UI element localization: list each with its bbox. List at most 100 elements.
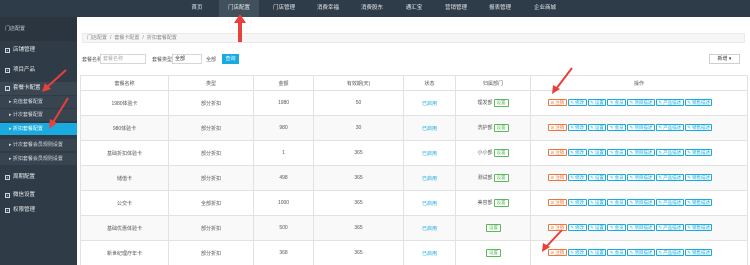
cell-actions: ⊘注销 ✎修改 ✎设置 ✎会员 ✎项目描述 ✎产品描述 ✎销售描述 [530,240,748,265]
members-button[interactable]: ✎会员 [607,99,627,106]
sales-desc-button[interactable]: ✎销售描述 [684,174,713,181]
cell-type: 部分折扣 [168,165,254,191]
product-desc-button[interactable]: ✎产品描述 [655,99,684,106]
sales-desc-button[interactable]: ✎销售描述 [684,99,713,106]
nav-home[interactable]: 首页 [182,0,212,17]
sidebar-sub-recharge[interactable]: ▸ 充值套餐配置 [0,96,77,108]
settings-button[interactable]: ✎设置 [587,224,607,231]
delete-button[interactable]: ⊘注销 [548,199,567,206]
project-desc-button[interactable]: ✎项目描述 [627,199,655,206]
dept-set-button[interactable]: 设置 [486,249,501,257]
delete-button[interactable]: ⊘注销 [548,174,567,181]
cell-days: 365 [313,240,404,265]
members-button[interactable]: ✎会员 [607,149,627,156]
sales-desc-button[interactable]: ✎销售描述 [684,249,713,256]
action-label: 设置 [594,125,604,130]
cell-status: 已启用 [403,190,456,216]
sidebar-item-permissions[interactable]: + 权限管理 [0,204,77,217]
product-desc-button[interactable]: ✎产品描述 [655,249,684,256]
project-desc-button[interactable]: ✎项目描述 [627,124,655,131]
nav-mall[interactable]: 企业商城 [525,0,565,17]
nav-reports[interactable]: 报表管理 [481,0,519,17]
nav-store-config[interactable]: 门店配置 [219,0,259,17]
delete-button[interactable]: ⊘注销 [548,149,567,156]
dept-set-button[interactable]: 设置 [486,224,501,232]
sidebar-item-products[interactable]: + 项目产品 [0,64,77,77]
action-label: 项目描述 [634,225,653,230]
product-desc-button[interactable]: ✎产品描述 [655,224,684,231]
sales-desc-button[interactable]: ✎销售描述 [684,199,713,206]
delete-button[interactable]: ⊘注销 [548,224,567,231]
edit-button[interactable]: ✎修改 [567,224,587,231]
settings-button[interactable]: ✎设置 [587,249,607,256]
delete-button[interactable]: ⊘注销 [548,124,567,131]
cell-name: 基础折扣体验卡 [80,140,169,166]
breadcrumb-item[interactable]: 套餐卡配置 [114,35,139,41]
edit-icon: ✎ [570,100,575,105]
sidebar-sub-count[interactable]: ▸ 计次套餐配置 [0,109,77,121]
edit-icon: ✎ [629,200,634,205]
project-desc-button[interactable]: ✎项目描述 [627,224,655,231]
sidebar-sub-discount[interactable]: ▸ 折扣套餐配置 [0,123,77,135]
dept-set-button[interactable]: 设置 [493,124,509,132]
sidebar-item-shop[interactable]: + 店铺管理 [0,44,77,57]
product-desc-button[interactable]: ✎产品描述 [655,199,684,206]
members-button[interactable]: ✎会员 [607,174,627,181]
product-desc-button[interactable]: ✎产品描述 [655,124,684,131]
dept-set-button[interactable]: 设置 [493,199,509,207]
nav-consume-shareholder[interactable]: 消费股东 [353,0,391,17]
members-button[interactable]: ✎会员 [607,199,627,206]
edit-button[interactable]: ✎修改 [567,149,587,156]
project-desc-button[interactable]: ✎项目描述 [627,149,655,156]
name-search-input[interactable]: 套餐名称 [100,54,146,64]
delete-button[interactable]: ⊘注销 [548,99,567,106]
edit-icon: ✎ [609,125,614,130]
settings-button[interactable]: ✎设置 [587,174,607,181]
edit-button[interactable]: ✎修改 [567,99,587,106]
edit-icon: ✎ [658,225,663,230]
settings-button[interactable]: ✎设置 [587,124,607,131]
sidebar-sub-discount-rules[interactable]: ▸ 折扣套餐会员规则设置 [0,153,77,165]
product-desc-button[interactable]: ✎产品描述 [655,174,684,181]
sidebar-item-cycle[interactable]: + 周期配置 [0,171,77,184]
add-button[interactable]: 新增 ▾ [709,54,740,64]
delete-button[interactable]: ⊘注销 [548,249,567,256]
dept-set-button[interactable]: 设置 [493,99,509,107]
edit-button[interactable]: ✎修改 [567,199,587,206]
ban-icon: ⊘ [550,100,555,105]
nav-marketing[interactable]: 营销管理 [437,0,475,17]
sales-desc-button[interactable]: ✎销售描述 [684,224,713,231]
sales-desc-button[interactable]: ✎销售描述 [684,149,713,156]
settings-button[interactable]: ✎设置 [587,149,607,156]
members-button[interactable]: ✎会员 [607,224,627,231]
nav-store-manage[interactable]: 门店管理 [265,0,303,17]
nav-tonghuibao[interactable]: 通汇宝 [397,0,431,17]
sidebar-item-package-card[interactable]: - 套餐卡配置 [0,82,77,95]
members-button[interactable]: ✎会员 [607,124,627,131]
project-desc-button[interactable]: ✎项目描述 [627,249,655,256]
breadcrumb-item[interactable]: 门店配置 [87,35,107,41]
edit-icon: ✎ [629,125,634,130]
cell-status: 已启用 [403,115,456,141]
project-desc-button[interactable]: ✎项目描述 [627,99,655,106]
edit-button[interactable]: ✎修改 [567,124,587,131]
product-desc-button[interactable]: ✎产品描述 [655,149,684,156]
cell-type: 部分折扣 [168,140,254,166]
sidebar-item-wechat[interactable]: + 微信设置 [0,189,77,202]
sales-desc-button[interactable]: ✎销售描述 [684,124,713,131]
nav-consume-happy[interactable]: 消费幸福 [309,0,347,17]
dept-set-button[interactable]: 设置 [493,174,509,182]
members-button[interactable]: ✎会员 [607,249,627,256]
action-label: 销售描述 [691,150,710,155]
edit-button[interactable]: ✎修改 [567,174,587,181]
query-button[interactable]: 查询 [222,54,239,64]
cell-days: 365 [313,165,404,191]
settings-button[interactable]: ✎设置 [587,199,607,206]
project-desc-button[interactable]: ✎项目描述 [627,174,655,181]
sidebar-sub-count-rules[interactable]: ▸ 计次套餐会员规则设置 [0,139,77,151]
edit-button[interactable]: ✎修改 [567,249,587,256]
settings-button[interactable]: ✎设置 [587,99,607,106]
dept-set-button[interactable]: 设置 [493,149,509,157]
action-label: 会员 [614,125,624,130]
type-select[interactable]: 全部 [172,54,202,64]
